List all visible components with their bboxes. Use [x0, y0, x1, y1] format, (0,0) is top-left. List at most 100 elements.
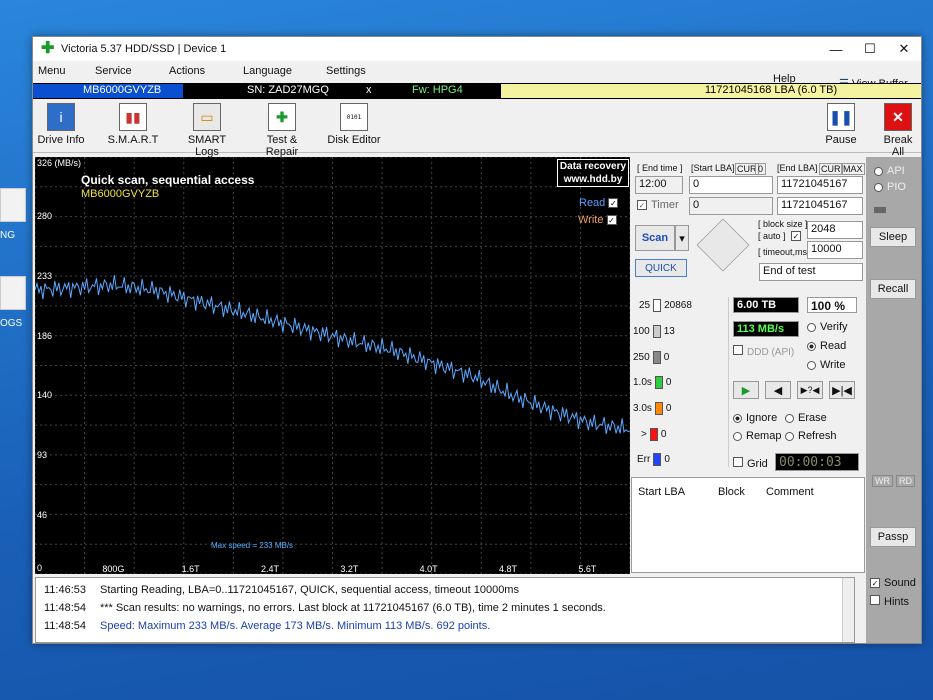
drive-info-button[interactable]: i Drive Info [37, 103, 85, 146]
remap-radio[interactable]: Remap [733, 430, 781, 442]
read-speed-series [35, 275, 630, 435]
stats-panel: 25 20868 100 13 250 0 1.0s 0 3.0s 0 >0 Err 0 [631, 297, 729, 467]
wr-indicator: WR [872, 475, 893, 487]
log-row: 11:48:54 Speed: Maximum 233 MB/s. Average… [44, 620, 491, 632]
col-block[interactable]: Block [718, 486, 745, 498]
rd-indicator: RD [896, 475, 915, 487]
drive-model[interactable]: MB6000GVYZB [33, 84, 183, 98]
pause-button[interactable]: ❚❚ Pause [823, 103, 859, 146]
x-tick-label: 4.0T [420, 564, 439, 574]
sound-checkbox[interactable]: ✓ Sound [870, 577, 916, 589]
desktop-icon-label: NG [0, 230, 15, 241]
auto-checkbox[interactable]: ✓ [791, 231, 801, 241]
max-button[interactable]: MAX [841, 163, 865, 175]
sleep-button[interactable]: Sleep [870, 227, 916, 247]
menu-actions[interactable]: Actions [169, 65, 205, 77]
read-radio[interactable]: Read [807, 340, 846, 352]
play-button[interactable]: ▶ [733, 381, 759, 399]
pio-radio[interactable]: PIO [874, 181, 906, 193]
api-radio[interactable]: API [874, 165, 905, 177]
end-time-label: [ End time ] [637, 163, 683, 173]
start-lba-input[interactable]: 0 [689, 176, 773, 194]
y-tick-label: 93 [37, 450, 47, 460]
end-cur-button[interactable]: CUR [819, 163, 843, 175]
x-tick-label: 3.2T [340, 564, 359, 574]
col-comment[interactable]: Comment [766, 486, 814, 498]
log-row: 11:46:53 Starting Reading, LBA=0..1172104… [44, 584, 519, 596]
refresh-radio[interactable]: Refresh [785, 430, 837, 442]
end-time-input[interactable]: 12:00 [635, 176, 683, 194]
block-size-label: [ block size ] [758, 219, 808, 229]
block-size-select[interactable]: 2048 [807, 221, 863, 239]
quick-button[interactable]: QUICK [635, 259, 687, 277]
drive-close-x[interactable]: x [366, 84, 372, 96]
zero-button[interactable]: 0 [755, 163, 767, 175]
timer-checkbox[interactable]: ✓ Timer [637, 199, 679, 211]
control-panel: [ End time ] [Start LBA] CUR 0 [End LBA]… [631, 157, 867, 575]
recall-button[interactable]: Recall [870, 279, 916, 299]
drive-lba: 11721045168 LBA (6.0 TB) [501, 84, 921, 98]
scan-title: Quick scan, sequential access [81, 173, 255, 187]
hints-checkbox[interactable]: Hints [870, 595, 909, 608]
timeout-select[interactable]: 10000 [807, 241, 863, 259]
read-legend[interactable]: Read ✓ [579, 197, 622, 209]
end-lba-input[interactable]: 11721045167 [777, 176, 863, 194]
timer-input[interactable]: 0 [689, 197, 773, 215]
led-indicator [874, 207, 886, 213]
read-checkbox[interactable]: ✓ [608, 198, 619, 208]
green-cross-icon: ✚ [268, 103, 296, 131]
erase-radio[interactable]: Erase [785, 412, 827, 424]
smart-logs-button[interactable]: ▭ SMART Logs [175, 103, 239, 158]
write-legend[interactable]: Write ✓ [578, 214, 621, 226]
end-button[interactable]: ▶|◀ [829, 381, 855, 399]
maximize-button[interactable]: ☐ [853, 37, 887, 61]
end-of-test-select[interactable]: End of test [759, 263, 863, 281]
victoria-cross-icon: ✚ [41, 40, 55, 57]
log-panel: 11:46:53 Starting Reading, LBA=0..1172104… [35, 577, 855, 643]
defect-table: Start LBA Block Comment [631, 477, 865, 573]
smart-button[interactable]: ▮▮ S.M.A.R.T [105, 103, 161, 146]
write-radio[interactable]: Write [807, 359, 845, 371]
side-panel: API PIO Sleep Recall WR RD Passp ✓ Sound … [866, 157, 921, 643]
menu-language[interactable]: Language [243, 65, 292, 77]
stat-row: 25 20868 [639, 299, 692, 312]
graph-model: MB6000GVYZB [81, 188, 160, 200]
menu-service[interactable]: Service [95, 65, 132, 77]
minimize-button[interactable]: — [819, 37, 853, 61]
data-recovery-badge[interactable]: Data recovery www.hdd.by [557, 159, 629, 187]
ignore-radio[interactable]: Ignore [733, 412, 777, 424]
direction-pad[interactable] [696, 218, 750, 272]
scan-button[interactable]: Scan [635, 225, 675, 251]
x-tick-label: 4.8T [499, 564, 518, 574]
seek-button[interactable]: ▶?◀ [797, 381, 823, 399]
verify-radio[interactable]: Verify [807, 321, 848, 333]
test-repair-button[interactable]: ✚ Test & Repair [249, 103, 315, 158]
size-display: 6.00 TB [733, 297, 799, 313]
break-all-button[interactable]: ✕ Break All [879, 103, 917, 158]
col-start-lba[interactable]: Start LBA [638, 486, 685, 498]
passp-button[interactable]: Passp [870, 527, 916, 547]
start-lba-label: [Start LBA] [691, 163, 735, 173]
menu-menu[interactable]: Menu [38, 65, 66, 77]
rewind-button[interactable]: ◀ [765, 381, 791, 399]
ddd-api-checkbox[interactable]: DDD (API) [733, 345, 794, 358]
x-tick-label: 800G [102, 564, 124, 574]
y-tick-label: 140 [37, 390, 52, 400]
x-tick-label: 1.6T [182, 564, 201, 574]
scan-dropdown-icon[interactable]: ▾ [675, 225, 689, 251]
grid-checkbox[interactable]: Grid [733, 457, 768, 470]
y-tick-label: 233 [37, 271, 52, 281]
log-scrollbar[interactable] [842, 578, 854, 642]
end-lba-input-2[interactable]: 11721045167 [777, 197, 863, 215]
pause-icon: ❚❚ [827, 103, 855, 131]
desktop-file-icon[interactable] [0, 188, 26, 222]
close-button[interactable]: ✕ [887, 37, 921, 61]
binary-icon: 0101 [340, 103, 368, 131]
desktop-file-icon[interactable] [0, 276, 26, 310]
stat-row: 1.0s 0 [633, 376, 672, 389]
x-tick-label: 5.6T [578, 564, 597, 574]
drive-serial: SN: ZAD27MGQ [247, 84, 329, 96]
menu-settings[interactable]: Settings [326, 65, 366, 77]
disk-editor-button[interactable]: 0101 Disk Editor [327, 103, 381, 146]
write-checkbox[interactable]: ✓ [606, 215, 617, 225]
